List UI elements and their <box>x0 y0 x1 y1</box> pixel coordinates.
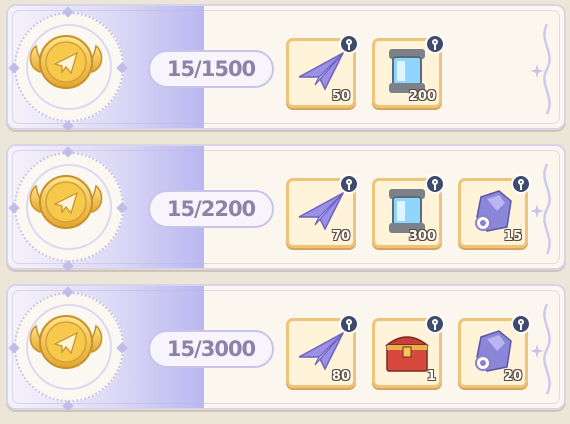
reward-quantity: 1 <box>426 369 436 384</box>
lock-icon <box>425 174 445 194</box>
lock-icon <box>425 314 445 334</box>
lock-icon <box>339 174 359 194</box>
reward-quantity: 80 <box>331 369 350 384</box>
purple-crystal-icon <box>467 327 519 375</box>
crystal-canister-icon <box>381 47 433 95</box>
sparkle-icon <box>62 400 74 412</box>
gold-medal-icon <box>26 168 106 238</box>
reward-quantity: 200 <box>408 89 436 104</box>
lock-icon <box>425 34 445 54</box>
sparkle-icon <box>62 260 74 272</box>
reward-quantity: 15 <box>503 229 522 244</box>
reward-quantity: 300 <box>408 229 436 244</box>
reward-quantity: 20 <box>503 369 522 384</box>
gold-medal-icon <box>26 308 106 378</box>
reward-quantity: 50 <box>331 89 350 104</box>
lock-icon <box>511 174 531 194</box>
tier-progress: 15/2200 <box>148 190 274 228</box>
paper-plane-icon <box>295 327 347 375</box>
tier-row: 15/2200 70 300 15 <box>6 144 566 272</box>
gold-medal-icon <box>26 28 106 98</box>
tier-progress: 15/3000 <box>148 330 274 368</box>
tier-progress: 15/1500 <box>148 50 274 88</box>
purple-crystal-icon <box>467 187 519 235</box>
tier-row: 15/3000 80 1 20 <box>6 284 566 412</box>
crystal-canister-icon <box>381 187 433 235</box>
reward-quantity: 70 <box>331 229 350 244</box>
sparkle-icon <box>62 120 74 132</box>
ornament-icon <box>543 23 551 115</box>
reward-slot[interactable]: 50 <box>286 34 359 108</box>
paper-plane-icon <box>295 187 347 235</box>
ornament-icon <box>543 303 551 395</box>
reward-slot[interactable]: 20 <box>458 314 531 388</box>
paper-plane-icon <box>295 47 347 95</box>
ornament-icon <box>543 163 551 255</box>
reward-slot[interactable]: 15 <box>458 174 531 248</box>
treasure-chest-icon <box>381 327 433 375</box>
reward-slot[interactable]: 300 <box>372 174 445 248</box>
lock-icon <box>511 314 531 334</box>
tier-row: 15/1500 50 200 <box>6 4 566 132</box>
reward-slot[interactable]: 80 <box>286 314 359 388</box>
reward-slot[interactable]: 1 <box>372 314 445 388</box>
lock-icon <box>339 314 359 334</box>
reward-slot[interactable]: 70 <box>286 174 359 248</box>
reward-slot[interactable]: 200 <box>372 34 445 108</box>
lock-icon <box>339 34 359 54</box>
